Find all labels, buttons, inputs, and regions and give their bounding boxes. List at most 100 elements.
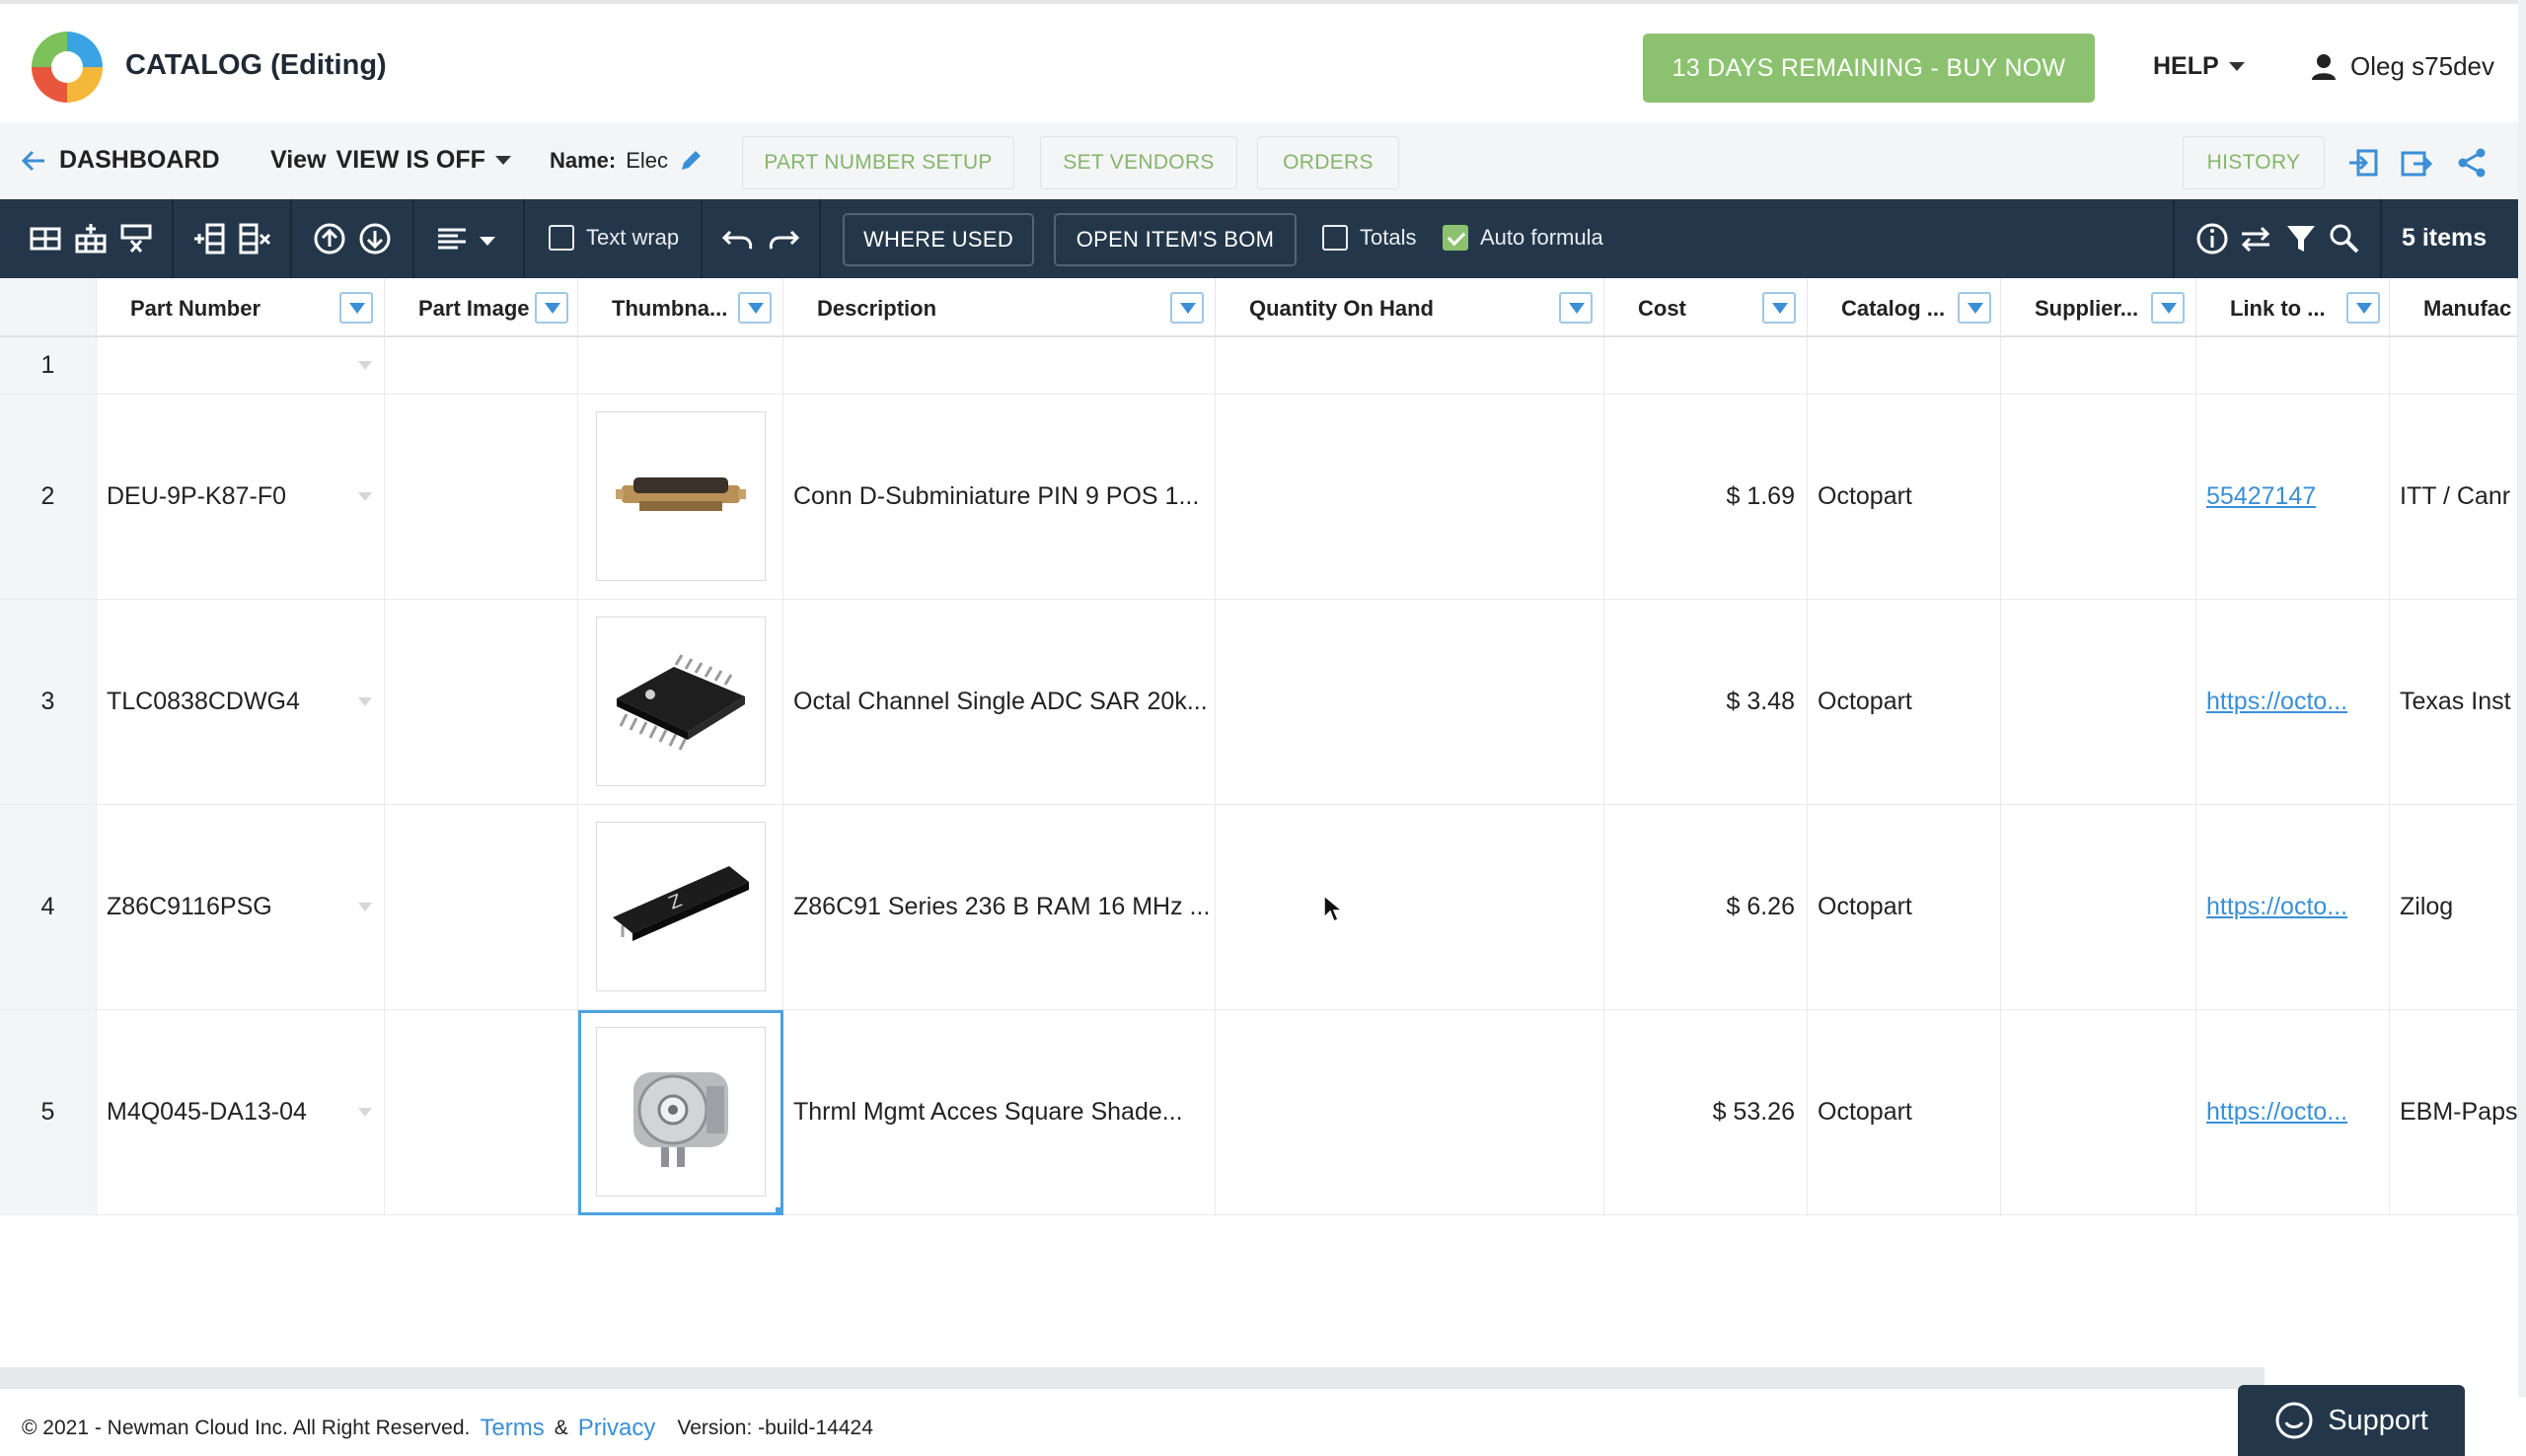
thumbnail-cell[interactable]: Z <box>578 805 783 1010</box>
column-header-catalog[interactable]: Catalog ... <box>1808 278 2001 337</box>
link-cell[interactable]: https://octo... <box>2196 805 2390 1010</box>
column-filter-icon[interactable] <box>2151 292 2185 324</box>
description-cell[interactable]: Z86C91 Series 236 B RAM 16 MHz ... <box>783 805 1216 1010</box>
delete-column-icon[interactable] <box>237 221 272 256</box>
catalog-name-field[interactable]: Name: Elec <box>550 148 704 174</box>
supplier-cell[interactable] <box>2001 805 2196 1010</box>
undo-icon[interactable] <box>720 221 756 256</box>
column-header-supplier[interactable]: Supplier... <box>2001 278 2196 337</box>
move-down-icon[interactable] <box>357 221 393 256</box>
manufacturer-cell[interactable]: Zilog <box>2390 805 2518 1010</box>
part-image-cell[interactable] <box>385 1010 578 1215</box>
quantity-cell[interactable] <box>1216 1010 1604 1215</box>
thumbnail-cell-selected[interactable] <box>578 1010 783 1215</box>
cost-cell[interactable] <box>1604 337 1808 395</box>
terms-link[interactable]: Terms <box>480 1415 544 1442</box>
column-filter-icon[interactable] <box>1958 292 1991 324</box>
catalog-cell[interactable]: Octopart <box>1808 600 2001 805</box>
manufacturer-cell[interactable]: ITT / Canr <box>2390 395 2518 600</box>
link-cell[interactable]: https://octo... <box>2196 600 2390 805</box>
column-filter-icon[interactable] <box>339 292 373 324</box>
totals-checkbox[interactable]: Totals <box>1322 225 1416 251</box>
row-number[interactable]: 1 <box>0 337 97 395</box>
link-cell[interactable]: 55427147 <box>2196 395 2390 600</box>
manufacturer-cell[interactable] <box>2390 337 2518 395</box>
back-to-dashboard-link[interactable]: DASHBOARD <box>22 146 220 175</box>
redo-icon[interactable] <box>766 221 801 256</box>
link-cell[interactable]: https://octo... <box>2196 1010 2390 1215</box>
description-cell[interactable]: Conn D-Subminiature PIN 9 POS 1... <box>783 395 1216 600</box>
auto-formula-checkbox[interactable]: Auto formula <box>1443 225 1603 251</box>
column-filter-icon[interactable] <box>1170 292 1204 324</box>
column-filter-icon[interactable] <box>535 292 568 324</box>
swap-icon[interactable] <box>2238 221 2273 256</box>
privacy-link[interactable]: Privacy <box>578 1415 656 1442</box>
link-cell[interactable] <box>2196 337 2390 395</box>
cost-cell[interactable]: $ 6.26 <box>1604 805 1808 1010</box>
text-wrap-checkbox[interactable]: Text wrap <box>549 225 679 251</box>
where-used-button[interactable]: WHERE USED <box>843 213 1034 266</box>
column-filter-icon[interactable] <box>1559 292 1593 324</box>
column-header-part-image[interactable]: Part Image <box>385 278 578 337</box>
part-number-setup-button[interactable]: PART NUMBER SETUP <box>742 136 1014 189</box>
pencil-icon[interactable] <box>678 148 704 174</box>
column-filter-icon[interactable] <box>738 292 772 324</box>
selection-fill-handle[interactable] <box>776 1207 782 1214</box>
vertical-scrollbar[interactable] <box>2518 0 2526 1456</box>
supplier-cell[interactable] <box>2001 337 2196 395</box>
quantity-cell[interactable] <box>1216 600 1604 805</box>
row-number[interactable]: 3 <box>0 600 97 805</box>
app-logo-icon[interactable] <box>28 28 107 107</box>
manufacturer-cell[interactable]: EBM-Paps <box>2390 1010 2518 1215</box>
export-icon[interactable] <box>2400 146 2433 180</box>
thumbnail-image[interactable] <box>596 1027 766 1197</box>
quantity-cell[interactable] <box>1216 805 1604 1010</box>
part-number-cell[interactable]: DEU-9P-K87-F0 <box>97 395 385 600</box>
octopart-link[interactable]: https://octo... <box>2206 893 2347 921</box>
quantity-cell[interactable] <box>1216 337 1604 395</box>
part-image-cell[interactable] <box>385 805 578 1010</box>
thumbnail-image[interactable] <box>596 617 766 786</box>
description-cell[interactable]: Octal Channel Single ADC SAR 20k... <box>783 600 1216 805</box>
user-menu[interactable]: Oleg s75dev <box>2311 51 2494 82</box>
orders-button[interactable]: ORDERS <box>1257 136 1399 189</box>
catalog-cell[interactable]: Octopart <box>1808 805 2001 1010</box>
part-image-cell[interactable] <box>385 337 578 395</box>
octopart-link[interactable]: https://octo... <box>2206 1098 2347 1127</box>
octopart-link[interactable]: 55427147 <box>2206 482 2316 511</box>
move-up-icon[interactable] <box>312 221 347 256</box>
share-icon[interactable] <box>2455 146 2489 180</box>
cost-cell[interactable]: $ 1.69 <box>1604 395 1808 600</box>
manufacturer-cell[interactable]: Texas Inst <box>2390 600 2518 805</box>
column-header-quantity-on-hand[interactable]: Quantity On Hand <box>1216 278 1604 337</box>
part-number-cell[interactable]: M4Q045-DA13-04 <box>97 1010 385 1215</box>
thumbnail-cell[interactable] <box>578 395 783 600</box>
catalog-cell[interactable] <box>1808 337 2001 395</box>
cost-cell[interactable]: $ 53.26 <box>1604 1010 1808 1215</box>
delete-row-icon[interactable] <box>118 221 154 256</box>
quantity-cell[interactable] <box>1216 395 1604 600</box>
help-menu[interactable]: HELP <box>2153 52 2245 81</box>
column-header-description[interactable]: Description <box>783 278 1216 337</box>
insert-row-above-icon[interactable] <box>28 221 63 256</box>
part-image-cell[interactable] <box>385 395 578 600</box>
description-cell[interactable]: Thrml Mgmt Acces Square Shade... <box>783 1010 1216 1215</box>
column-header-part-number[interactable]: Part Number <box>97 278 385 337</box>
part-image-cell[interactable] <box>385 600 578 805</box>
catalog-cell[interactable]: Octopart <box>1808 395 2001 600</box>
buy-now-button[interactable]: 13 DAYS REMAINING - BUY NOW <box>1643 34 2095 103</box>
horizontal-scrollbar[interactable] <box>0 1367 2265 1389</box>
supplier-cell[interactable] <box>2001 600 2196 805</box>
cost-cell[interactable]: $ 3.48 <box>1604 600 1808 805</box>
insert-column-icon[interactable] <box>191 221 227 256</box>
open-items-bom-button[interactable]: OPEN ITEM'S BOM <box>1054 213 1297 266</box>
catalog-cell[interactable]: Octopart <box>1808 1010 2001 1215</box>
history-button[interactable]: HISTORY <box>2183 136 2325 189</box>
insert-row-below-icon[interactable] <box>73 221 109 256</box>
part-number-cell[interactable]: TLC0838CDWG4 <box>97 600 385 805</box>
part-number-cell[interactable] <box>97 337 385 395</box>
row-number[interactable]: 4 <box>0 805 97 1010</box>
octopart-link[interactable]: https://octo... <box>2206 688 2347 716</box>
column-filter-icon[interactable] <box>2346 292 2380 324</box>
view-selector[interactable]: View VIEW IS OFF <box>270 146 511 175</box>
